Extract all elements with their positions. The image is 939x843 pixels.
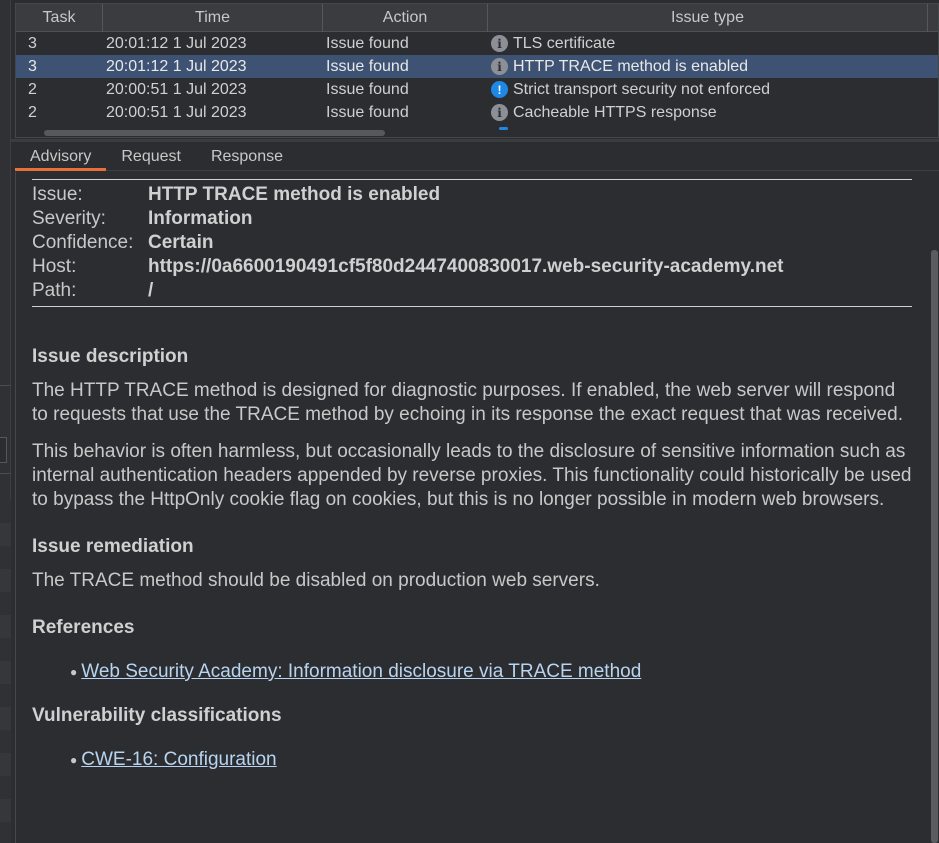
summary-label: Severity: [32,208,106,229]
cell-time: 20:00:51 1 Jul 2023 [106,80,247,98]
column-header-time[interactable]: Time [103,4,323,32]
info-icon: i [491,35,508,52]
issue-remediation-text: The TRACE method should be disabled on p… [32,570,600,591]
table-row-selected[interactable]: 3 20:01:12 1 Jul 2023 Issue found i HTTP… [16,55,938,78]
cell-time: 20:00:51 1 Jul 2023 [106,103,247,121]
summary-label: Issue: [32,184,83,205]
bullet: ● [70,665,78,679]
summary-value: https://0a6600190491cf5f80d2447400830017… [148,256,784,277]
issue-description-heading: Issue description [32,346,189,367]
issue-activity-table: Task Time Action Issue type 3 20:01:12 1… [15,3,939,138]
reference-link[interactable]: Web Security Academy: Information disclo… [81,660,641,684]
cell-action: Issue found [326,34,409,52]
summary-label: Confidence: [32,232,134,253]
tab-response[interactable]: Response [196,143,298,171]
tab-advisory[interactable]: Advisory [15,143,107,171]
adjacent-pane-control[interactable] [0,437,7,463]
issue-name: Cacheable HTTPS response [513,103,717,121]
info-icon: i [491,104,508,121]
advisory-panel: Issue: HTTP TRACE method is enabled Seve… [15,172,939,843]
cell-action: Issue found [326,80,409,98]
horizontal-scrollbar[interactable] [44,130,385,136]
cell-issue-type: i HTTP TRACE method is enabled [488,55,928,78]
issue-summary: Issue: HTTP TRACE method is enabled Seve… [32,183,783,303]
advisory-body: Issue description The HTTP TRACE method … [32,345,912,772]
issue-description-text: This behavior is often harmless, but occ… [32,441,912,510]
adjacent-pane-divider [0,385,11,386]
cell-issue-type: i TLS certificate [488,32,928,55]
summary-row-severity: Severity: Information [32,207,783,231]
cell-time: 20:01:12 1 Jul 2023 [106,34,247,52]
vertical-scrollbar[interactable] [931,250,938,843]
cell-task: 3 [28,57,37,75]
classification-item: ● CWE-16: Configuration [70,748,912,772]
warning-icon: ! [491,81,508,98]
tab-request[interactable]: Request [106,143,196,171]
summary-value: HTTP TRACE method is enabled [148,184,441,205]
adjacent-pane-divider [0,473,11,474]
table-row[interactable]: 3 20:01:12 1 Jul 2023 Issue found i TLS … [16,32,938,55]
column-header-task[interactable]: Task [16,4,103,32]
vulnerability-classifications-heading: Vulnerability classifications [32,705,282,726]
divider [32,179,912,180]
info-icon: i [491,58,508,75]
reference-item: ● Web Security Academy: Information disc… [70,660,912,684]
summary-row-path: Path: / [32,279,783,303]
issue-name: HTTP TRACE method is enabled [513,57,749,75]
summary-row-host: Host: https://0a6600190491cf5f80d2447400… [32,255,783,279]
table-row[interactable]: 2 20:00:51 1 Jul 2023 Issue found ! Stri… [16,78,938,101]
table-header: Task Time Action Issue type [16,4,938,32]
summary-label: Path: [32,280,77,301]
pane-splitter[interactable] [11,139,939,142]
cell-action: Issue found [326,57,409,75]
next-row-icon-peek [499,127,508,130]
summary-row-issue: Issue: HTTP TRACE method is enabled [32,183,783,207]
vertical-scrollbar-track[interactable] [930,172,939,843]
issue-name: TLS certificate [513,34,616,52]
references-heading: References [32,617,135,638]
summary-value: Certain [148,232,214,253]
divider [32,306,912,307]
cell-issue-type: ! Strict transport security not enforced [488,78,928,101]
bullet: ● [70,753,78,767]
detail-tabs: Advisory Request Response [15,143,939,171]
adjacent-pane-edge [0,0,11,843]
column-header-issue-type[interactable]: Issue type [488,4,928,32]
cell-task: 2 [28,103,37,121]
issue-description-text: The HTTP TRACE method is designed for di… [32,380,903,425]
cell-issue-type: i Cacheable HTTPS response [488,101,928,124]
column-header-action[interactable]: Action [323,4,488,32]
cell-task: 3 [28,34,37,52]
cell-time: 20:01:12 1 Jul 2023 [106,57,247,75]
summary-value: Information [148,208,253,229]
issue-name: Strict transport security not enforced [513,80,770,98]
summary-label: Host: [32,256,77,277]
cell-task: 2 [28,80,37,98]
cell-action: Issue found [326,103,409,121]
summary-value: / [148,280,154,301]
classification-link[interactable]: CWE-16: Configuration [81,748,276,772]
adjacent-pane-rows [0,500,11,843]
table-row[interactable]: 2 20:00:51 1 Jul 2023 Issue found i Cach… [16,101,938,124]
issue-remediation-heading: Issue remediation [32,536,194,557]
summary-row-confidence: Confidence: Certain [32,231,783,255]
